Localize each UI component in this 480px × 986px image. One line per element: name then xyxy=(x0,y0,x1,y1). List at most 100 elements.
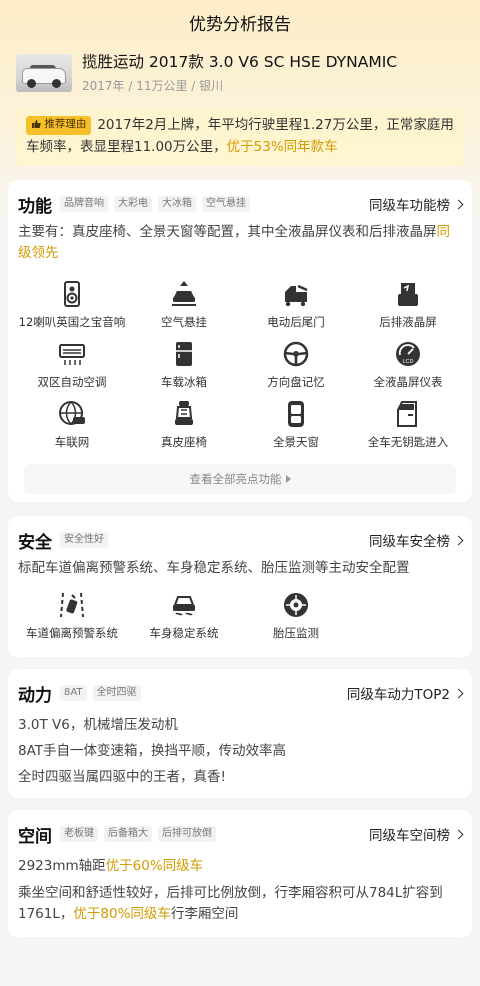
wheelbase-text: 2923mm轴距 xyxy=(18,858,106,874)
feature-label: 车载冰箱 xyxy=(161,375,207,389)
function-desc: 主要有：真皮座椅、全景天窗等配置，其中全液晶屏仪表和后排液晶屏同级领先 xyxy=(16,218,464,264)
power-tailgate-icon xyxy=(285,284,308,307)
function-chip: 空气悬挂 xyxy=(202,196,250,212)
feature-item[interactable]: 真皮座椅 xyxy=(128,398,240,458)
leather-seat-icon xyxy=(175,401,193,425)
function-chip: 大冰箱 xyxy=(158,196,196,212)
car-meta: 2017年 / 11万公里 / 银川 xyxy=(82,79,224,93)
lcd-cluster-icon: LCD xyxy=(396,342,420,366)
feature-item[interactable]: 全车无钥匙进入 xyxy=(352,398,464,458)
safety-label: 车道偏离预警系统 xyxy=(26,626,118,640)
svg-text:LCD: LCD xyxy=(402,359,413,365)
car-summary[interactable]: 揽胜运动 2017款 3.0 V6 SC HSE DYNAMIC 2017年 /… xyxy=(0,44,480,102)
space-title: 空间 xyxy=(18,826,52,847)
safety-item[interactable]: 车身稳定系统 xyxy=(128,589,240,649)
feature-label: 后排液晶屏 xyxy=(379,315,437,329)
recommend-tag: 推荐理由 xyxy=(26,116,92,135)
lane-departure-icon xyxy=(60,592,84,618)
trunk-text-tail: 行李厢空间 xyxy=(170,906,239,922)
feature-label: 全液晶屏仪表 xyxy=(373,375,443,389)
fridge-icon xyxy=(176,342,192,366)
feature-item[interactable]: 双区自动空调 xyxy=(16,338,128,398)
page-header: 优势分析报告 xyxy=(0,0,480,44)
steering-memory-icon xyxy=(283,341,309,367)
space-line: 2923mm轴距优于60%同级车 xyxy=(16,856,464,877)
safety-item[interactable]: 胎压监测 xyxy=(240,589,352,649)
chevron-right-icon xyxy=(453,688,464,698)
feature-item[interactable]: 后排液晶屏 xyxy=(352,278,464,338)
feature-item[interactable]: 车联网 xyxy=(16,398,128,458)
car-name: 揽胜运动 2017款 3.0 V6 SC HSE DYNAMIC xyxy=(82,53,398,71)
view-all-label: 查看全部亮点功能 xyxy=(189,472,282,486)
function-title: 功能 xyxy=(18,196,52,217)
power-chip: 全时四驱 xyxy=(92,685,141,701)
recommend-tag-label: 推荐理由 xyxy=(44,118,87,130)
space-card: 空间 老板键 后备箱大 后排可放倒 同级车空间榜 2923mm轴距优于60%同级… xyxy=(8,810,472,937)
page-title: 优势分析报告 xyxy=(189,14,291,35)
space-chip: 老板键 xyxy=(60,826,98,842)
air-suspension-icon xyxy=(172,281,196,306)
feature-item[interactable]: 方向盘记忆 xyxy=(240,338,352,398)
chevron-right-icon xyxy=(453,829,464,839)
feature-item[interactable]: 空气悬挂 xyxy=(128,278,240,338)
space-chip: 后排可放倒 xyxy=(158,826,216,842)
feature-item[interactable]: 车载冰箱 xyxy=(128,338,240,398)
safety-title: 安全 xyxy=(18,532,52,553)
power-line: 8AT手自一体变速箱，换挡平顺，传动效率高 xyxy=(18,743,287,759)
feature-label: 全车无钥匙进入 xyxy=(367,435,449,449)
recommend-reason: 推荐理由 2017年2月上牌，年平均行驶里程1.27万公里，正常家庭用车频率，表… xyxy=(16,108,464,166)
power-card: 动力 8AT 全时四驱 同级车动力TOP2 3.0T V6，机械增压发动机 8A… xyxy=(8,669,472,798)
space-rank-link[interactable]: 同级车空间榜 xyxy=(369,824,464,844)
feature-label: 全景天窗 xyxy=(273,435,319,449)
power-chip: 8AT xyxy=(60,685,87,701)
function-chip: 品牌音响 xyxy=(60,196,108,212)
connected-car-icon xyxy=(59,401,85,425)
chevron-right-icon xyxy=(453,199,464,209)
function-grid: 12喇叭英国之宝音响 空气悬挂 电动后尾门 后排液晶屏 双区自动空调 车载冰箱 … xyxy=(16,264,464,458)
feature-item[interactable]: LCD 全液晶屏仪表 xyxy=(352,338,464,398)
feature-label: 12喇叭英国之宝音响 xyxy=(18,315,126,329)
view-all-features-button[interactable]: 查看全部亮点功能 xyxy=(24,464,456,494)
power-rank-label: 同级车动力TOP2 xyxy=(346,687,450,703)
dual-zone-ac-icon xyxy=(59,344,85,365)
power-line: 3.0T V6，机械增压发动机 xyxy=(18,717,178,733)
safety-label: 胎压监测 xyxy=(273,626,319,640)
safety-item[interactable]: 车道偏离预警系统 xyxy=(16,589,128,649)
power-rank-link[interactable]: 同级车动力TOP2 xyxy=(346,683,464,703)
function-rank-link[interactable]: 同级车功能榜 xyxy=(369,194,464,214)
feature-label: 真皮座椅 xyxy=(161,435,207,449)
stability-control-icon xyxy=(173,596,195,616)
safety-label: 车身稳定系统 xyxy=(149,626,219,640)
keyless-entry-icon xyxy=(397,401,417,427)
speaker-icon xyxy=(64,281,80,307)
safety-grid: 车道偏离预警系统 车身稳定系统 胎压监测 xyxy=(16,579,464,649)
wheelbase-highlight: 优于60%同级车 xyxy=(105,858,204,874)
panoramic-roof-icon xyxy=(288,401,304,427)
space-chip: 后备箱大 xyxy=(104,826,152,842)
chevron-right-icon xyxy=(453,535,464,545)
safety-chip: 安全性好 xyxy=(60,532,108,548)
space-rank-label: 同级车空间榜 xyxy=(369,828,450,844)
trunk-highlight: 优于80%同级车 xyxy=(73,906,171,922)
function-chip: 大彩电 xyxy=(114,196,152,212)
safety-rank-label: 同级车安全榜 xyxy=(369,534,450,550)
space-line: 乘坐空间和舒适性较好，后排可比例放倒，行李厢容积可从784L扩容到1761L，优… xyxy=(16,883,464,925)
thumbs-up-icon xyxy=(31,118,41,135)
feature-label: 空气悬挂 xyxy=(161,315,207,329)
safety-card: 安全 安全性好 同级车安全榜 标配车道偏离预警系统、车身稳定系统、胎压监测等主动… xyxy=(8,516,472,657)
feature-item[interactable]: 全景天窗 xyxy=(240,398,352,458)
recommend-highlight: 优于53%同年款车 xyxy=(226,139,338,155)
function-rank-label: 同级车功能榜 xyxy=(369,198,450,214)
feature-item[interactable]: 电动后尾门 xyxy=(240,278,352,338)
feature-label: 方向盘记忆 xyxy=(267,375,325,389)
rear-screen-icon xyxy=(398,283,418,306)
safety-desc: 标配车道偏离预警系统、车身稳定系统、胎压监测等主动安全配置 xyxy=(18,560,410,576)
feature-item[interactable]: 12喇叭英国之宝音响 xyxy=(16,278,128,338)
function-card: 功能 品牌音响 大彩电 大冰箱 空气悬挂 同级车功能榜 主要有：真皮座椅、全景天… xyxy=(8,180,472,502)
safety-rank-link[interactable]: 同级车安全榜 xyxy=(369,530,464,550)
power-title: 动力 xyxy=(18,685,52,706)
tire-pressure-icon xyxy=(284,593,308,617)
feature-label: 双区自动空调 xyxy=(37,375,107,389)
car-thumbnail xyxy=(16,54,72,92)
function-desc-text: 主要有：真皮座椅、全景天窗等配置，其中全液晶屏仪表和后排液晶屏 xyxy=(18,224,437,240)
